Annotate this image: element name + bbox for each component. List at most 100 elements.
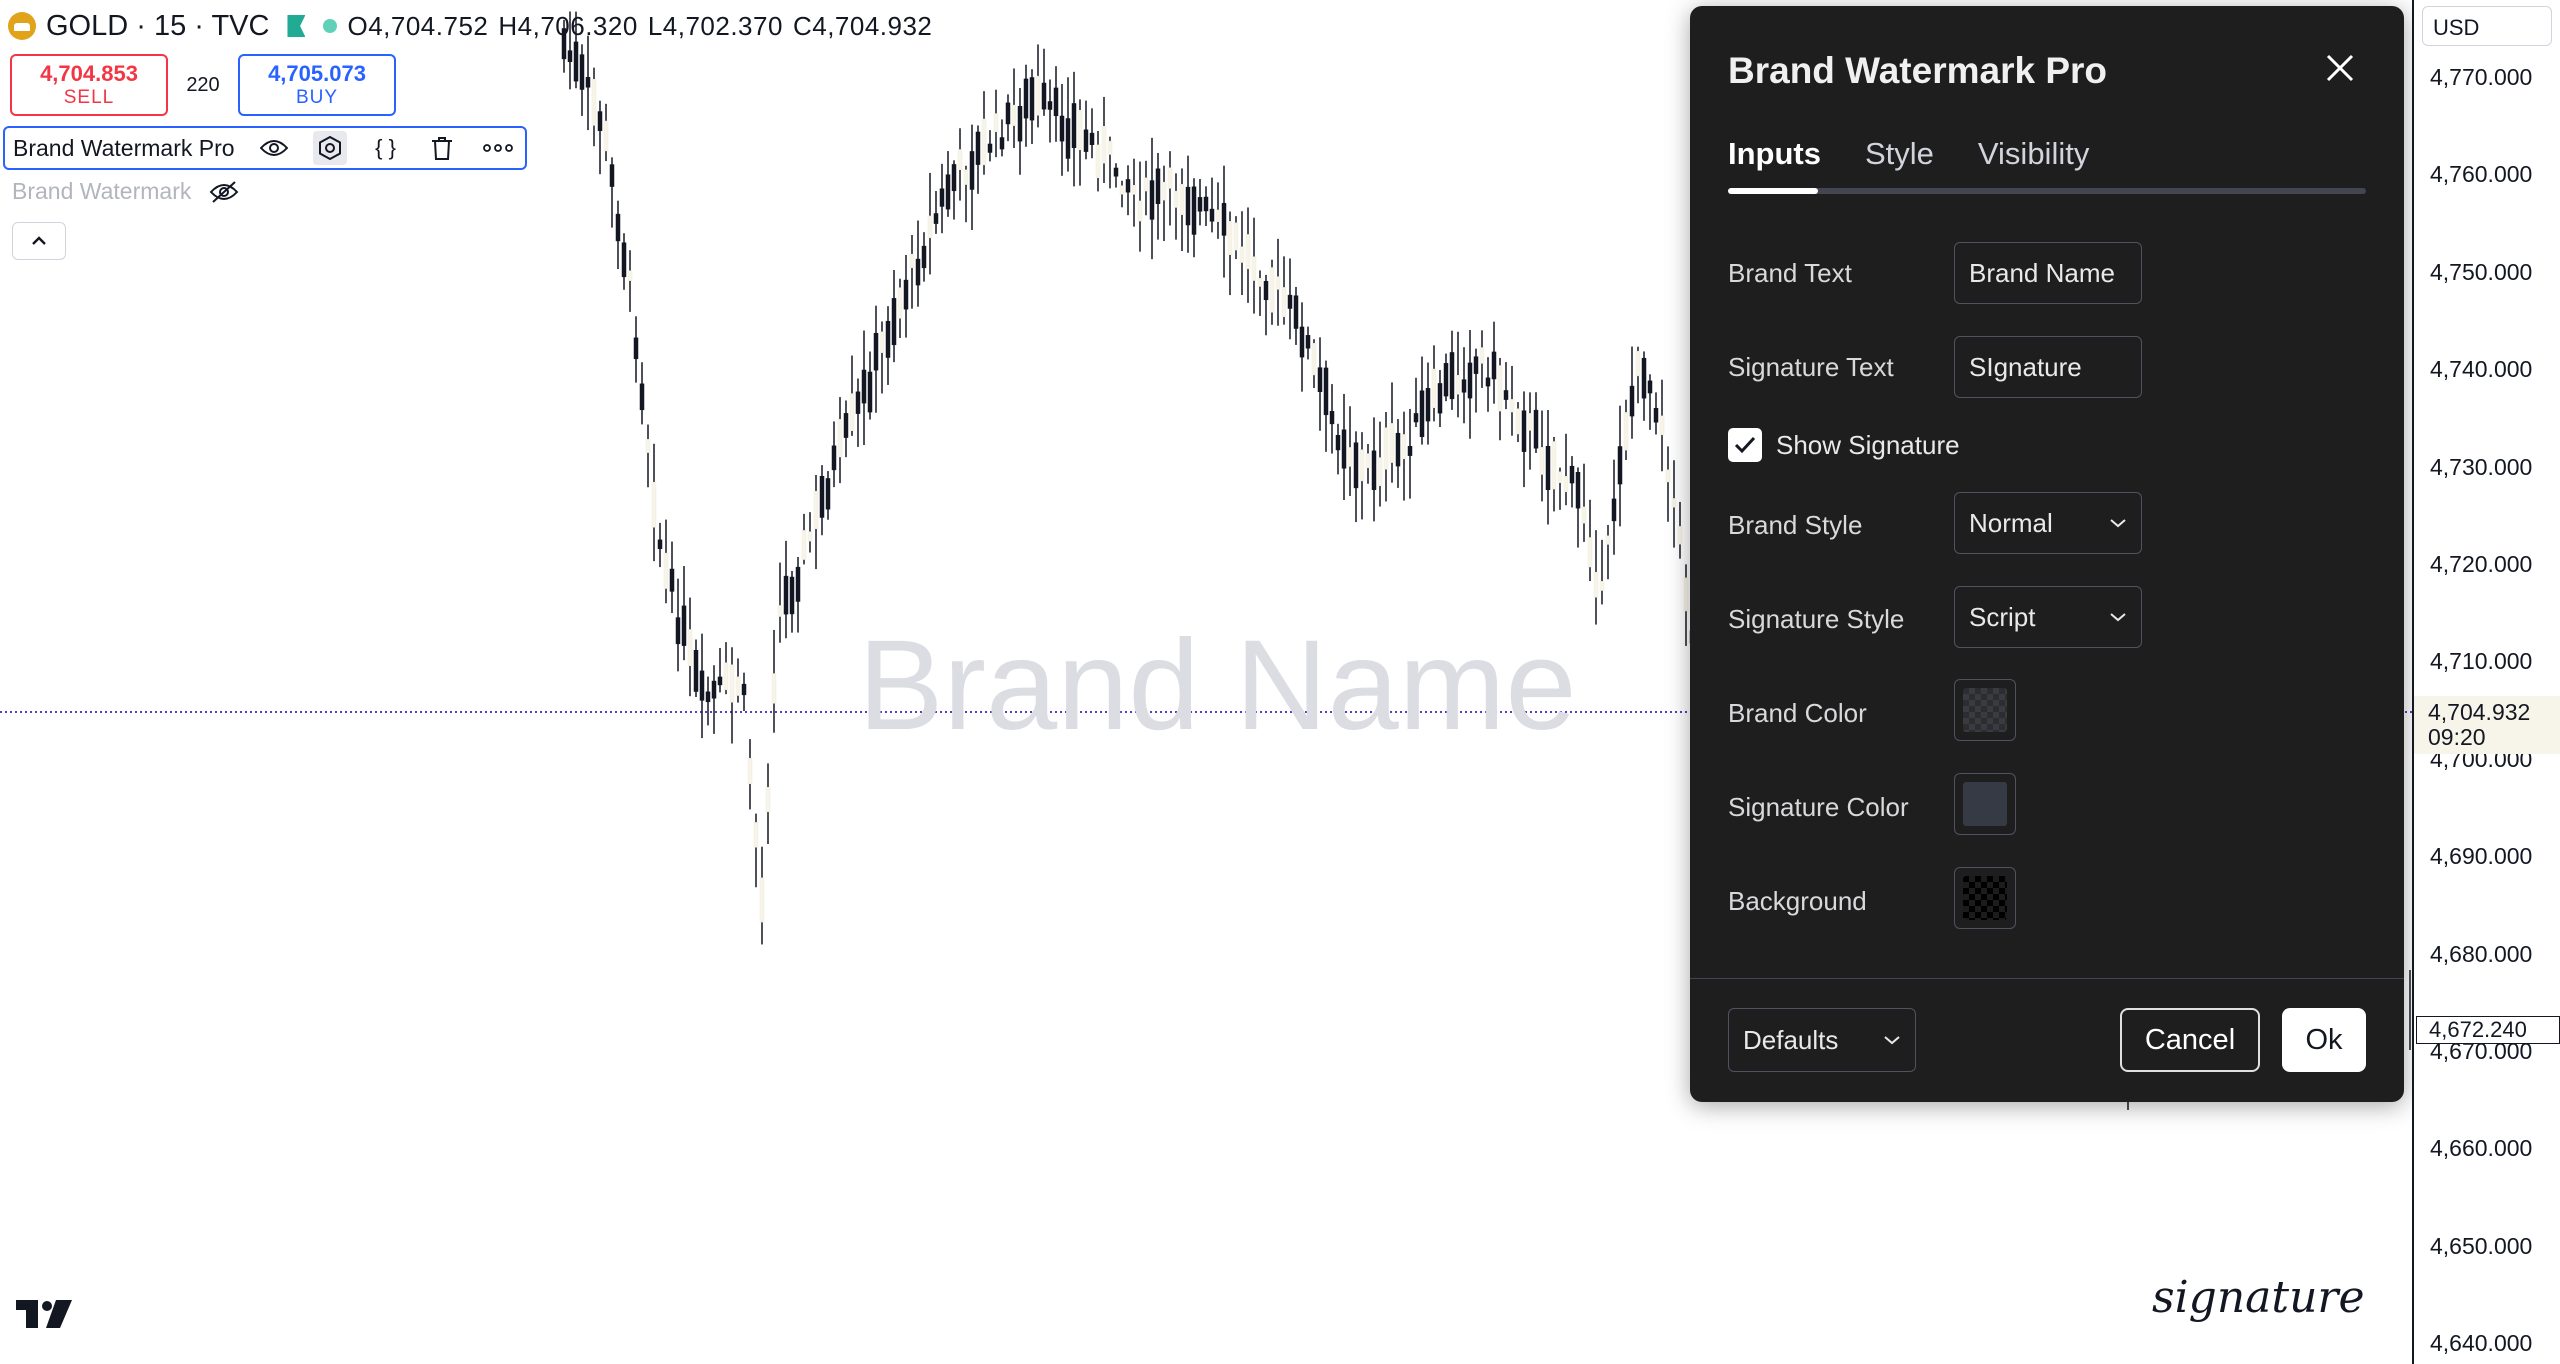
signature-text-label: Signature Text xyxy=(1728,352,1894,382)
hidden-indicator-name[interactable]: Brand Watermark xyxy=(12,178,191,205)
candle-body xyxy=(1059,115,1065,142)
price-tick-label: 4,770.000 xyxy=(2430,64,2533,90)
source-code-icon[interactable]: { } xyxy=(369,131,403,165)
tab-visibility[interactable]: Visibility xyxy=(1978,136,2089,172)
chart-area[interactable]: Brand Name signature GOLD · 15 · TVC O4,… xyxy=(0,0,2412,1364)
gold-symbol-icon xyxy=(8,12,36,40)
trade-buttons: 4,704.853 SELL 220 4,705.073 BUY xyxy=(10,54,396,116)
candle-body xyxy=(1233,222,1239,251)
brand-style-label: Brand Style xyxy=(1728,510,1863,540)
show-signature-label[interactable]: Show Signature xyxy=(1776,430,1960,461)
candle-body xyxy=(639,383,645,411)
signature-style-value: Script xyxy=(1969,601,2036,632)
candle-body xyxy=(1611,498,1617,522)
candle-body xyxy=(873,332,879,371)
candle-body xyxy=(681,605,687,646)
candle-body xyxy=(1065,118,1071,159)
candle-body xyxy=(807,531,813,542)
candle-body xyxy=(1569,465,1575,484)
tab-style[interactable]: Style xyxy=(1865,136,1934,172)
eye-icon[interactable] xyxy=(257,131,291,165)
candle-body xyxy=(1335,435,1341,451)
candle-body xyxy=(1329,411,1335,425)
candle-body xyxy=(621,242,627,278)
candle-body xyxy=(777,605,783,617)
checkmark-icon xyxy=(1734,436,1756,454)
cancel-button[interactable]: Cancel xyxy=(2120,1008,2260,1072)
candle-body xyxy=(573,41,579,82)
currency-selector[interactable]: USD xyxy=(2422,6,2552,46)
brand-style-select[interactable]: Normal xyxy=(1954,492,2142,554)
candle-body xyxy=(1431,368,1437,408)
indicator-settings-dialog: Brand Watermark Pro Inputs Style Visibil… xyxy=(1690,6,2404,1102)
candle-body xyxy=(1533,409,1539,449)
candle-body xyxy=(1503,390,1509,400)
show-signature-checkbox[interactable] xyxy=(1728,428,1762,462)
candle-body xyxy=(693,650,699,692)
signature-color-swatch[interactable] xyxy=(1954,773,2016,835)
candle-body xyxy=(645,439,651,453)
candle-body xyxy=(1425,388,1431,422)
candle-body xyxy=(1011,104,1017,126)
candle-body xyxy=(1029,77,1035,121)
brand-color-swatch[interactable] xyxy=(1954,679,2016,741)
dialog-footer-divider xyxy=(1690,978,2404,979)
candle-body xyxy=(1215,209,1221,222)
candle-body xyxy=(1203,196,1209,212)
collapse-legend-button[interactable] xyxy=(12,222,66,260)
more-icon[interactable] xyxy=(481,131,515,165)
candle-body xyxy=(813,490,819,530)
candle-body xyxy=(969,151,975,190)
price-scale[interactable]: USD 4,770.000 4,760.000 4,750.000 4,740.000… xyxy=(2412,0,2560,1364)
candle-body xyxy=(1287,294,1293,309)
candle-body xyxy=(1683,577,1689,612)
market-status-icon[interactable] xyxy=(323,19,338,33)
flag-icon[interactable] xyxy=(287,15,306,37)
background-color-swatch[interactable] xyxy=(1954,867,2016,929)
ok-button[interactable]: Ok xyxy=(2282,1008,2366,1072)
candle-body xyxy=(1257,278,1263,287)
candle-body xyxy=(1635,350,1641,377)
brand-color-preview xyxy=(1963,688,2007,732)
candle-body xyxy=(735,676,741,696)
candle-body xyxy=(1461,379,1467,393)
defaults-dropdown[interactable]: Defaults xyxy=(1728,1008,1916,1072)
eye-off-icon[interactable] xyxy=(209,180,239,204)
candle-body xyxy=(1467,362,1473,399)
brand-text-input[interactable] xyxy=(1954,242,2142,304)
tradingview-logo-icon[interactable] xyxy=(16,1300,74,1328)
candle-body xyxy=(717,676,723,686)
brand-color-label: Brand Color xyxy=(1728,698,1867,728)
candle-body xyxy=(1047,101,1053,110)
signature-color-label: Signature Color xyxy=(1728,792,1909,822)
tab-inputs[interactable]: Inputs xyxy=(1728,136,1821,172)
close-icon[interactable] xyxy=(2318,46,2362,90)
candle-body xyxy=(579,54,585,90)
signature-text-input[interactable] xyxy=(1954,336,2142,398)
price-marker-label: 4,672.240 xyxy=(2416,1016,2560,1044)
signature-style-select[interactable]: Script xyxy=(1954,586,2142,648)
signature-style-label: Signature Style xyxy=(1728,604,1905,634)
dialog-tabs: Inputs Style Visibility xyxy=(1728,136,2089,172)
candle-body xyxy=(1239,246,1245,263)
trash-icon[interactable] xyxy=(425,131,459,165)
indicator-name[interactable]: Brand Watermark Pro xyxy=(13,135,235,162)
candle-body xyxy=(1191,186,1197,235)
indicator-legend-row[interactable]: Brand Watermark Pro { } xyxy=(3,126,527,170)
candle-body xyxy=(1455,375,1461,395)
symbol-title[interactable]: GOLD · 15 · TVC xyxy=(46,10,269,43)
buy-button[interactable]: 4,705.073 BUY xyxy=(238,54,396,116)
candle-body xyxy=(1197,197,1203,212)
settings-icon[interactable] xyxy=(312,131,347,165)
sell-button[interactable]: 4,704.853 SELL xyxy=(10,54,168,116)
candle-body xyxy=(1323,367,1329,416)
bar-countdown: 09:20 xyxy=(2428,724,2486,750)
candle-body xyxy=(1281,287,1287,318)
symbol-legend[interactable]: GOLD · 15 · TVC O4,704.752 H4,706.320 L4… xyxy=(8,8,932,44)
candle-body xyxy=(801,530,807,560)
candle-body xyxy=(1347,447,1353,467)
candle-body xyxy=(1245,234,1251,270)
candle-body xyxy=(1089,132,1095,145)
hidden-indicator-row[interactable]: Brand Watermark xyxy=(12,178,239,205)
candle-body xyxy=(945,174,951,210)
